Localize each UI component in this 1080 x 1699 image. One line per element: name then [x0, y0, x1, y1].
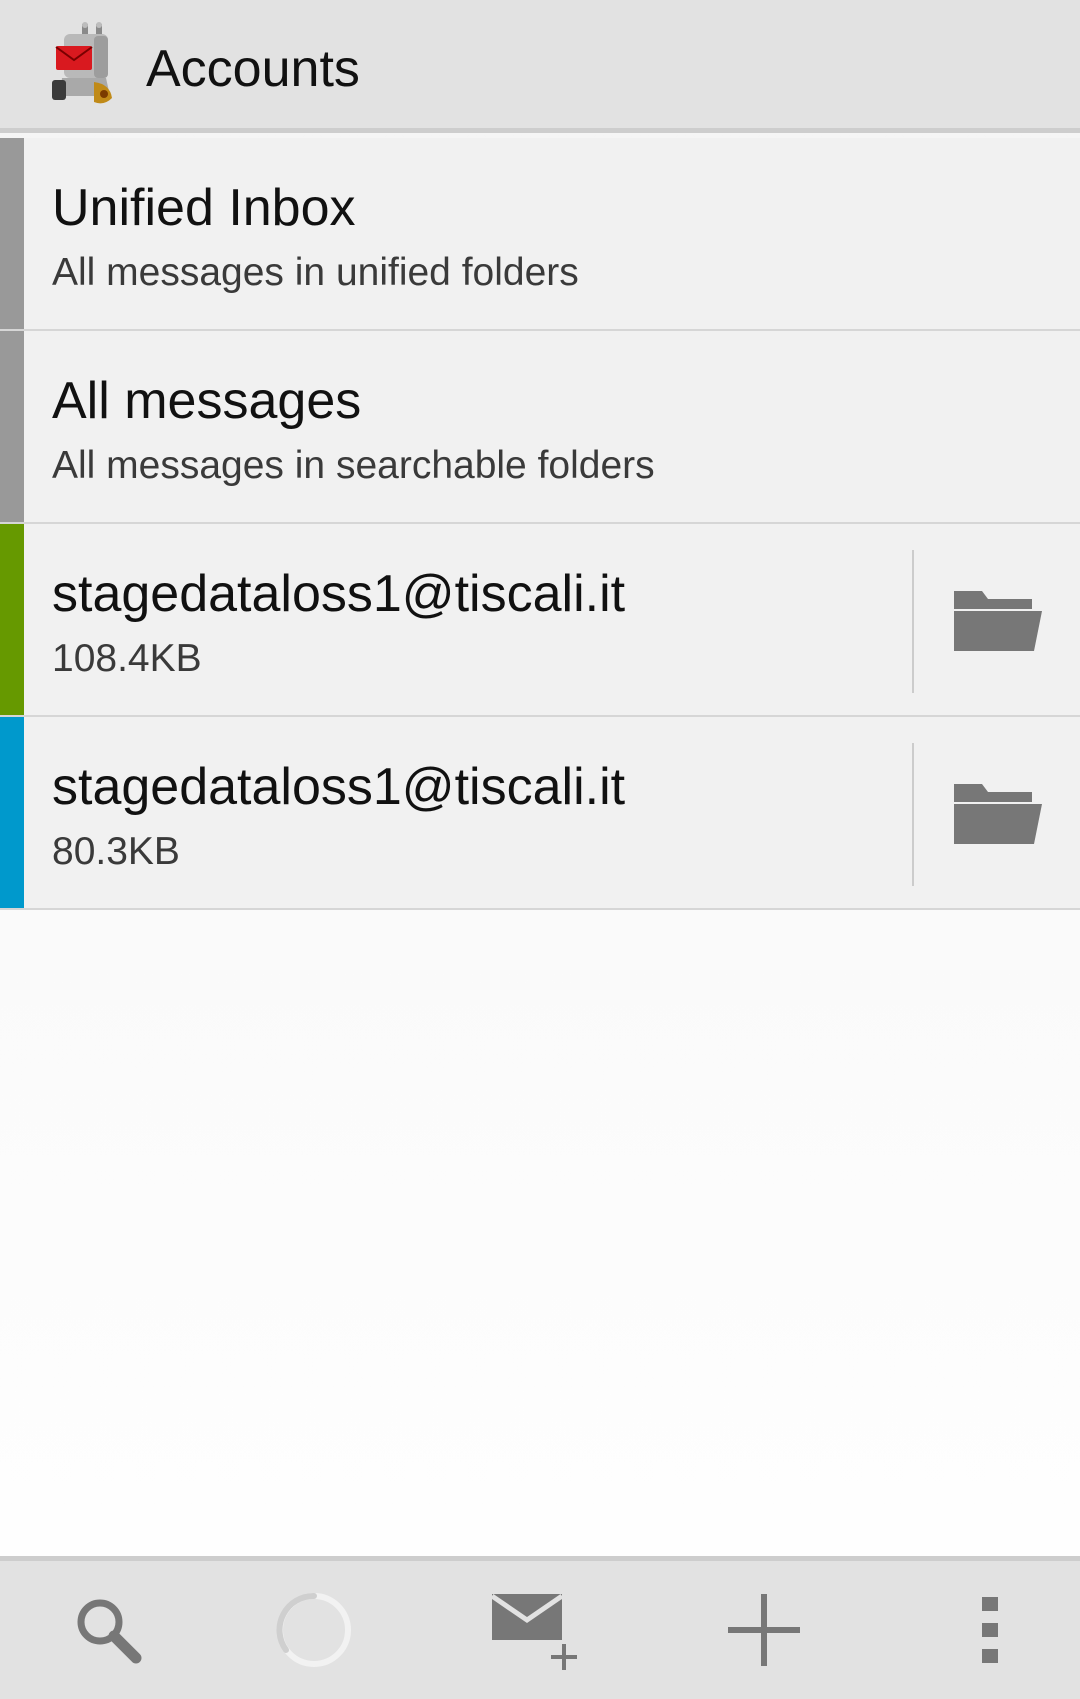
search-button[interactable]	[0, 1561, 216, 1699]
account-title: All messages	[52, 372, 362, 430]
account-title: stagedataloss1@tiscali.it	[52, 565, 626, 623]
folder-icon	[954, 783, 1042, 844]
bottom-action-bar	[0, 1556, 1080, 1699]
row-divider	[912, 550, 914, 693]
account-size: 108.4KB	[52, 637, 202, 680]
account-color-chip	[0, 138, 24, 329]
folder-icon	[954, 590, 1042, 651]
account-color-chip	[0, 717, 24, 908]
account-color-chip	[0, 331, 24, 522]
overflow-menu-icon	[982, 1597, 998, 1663]
add-account-icon	[728, 1594, 800, 1666]
account-subtitle: All messages in unified folders	[52, 251, 579, 294]
account-subtitle: All messages in searchable folders	[52, 444, 655, 487]
refresh-button[interactable]	[206, 1561, 422, 1699]
account-title: stagedataloss1@tiscali.it	[52, 758, 626, 816]
account-row-unified-inbox[interactable]: Unified Inbox All messages in unified fo…	[0, 138, 1080, 331]
account-row-tiscali-2[interactable]: stagedataloss1@tiscali.it 80.3KB	[0, 717, 1080, 910]
add-account-button[interactable]	[656, 1561, 872, 1699]
k9-mail-dog-icon[interactable]	[48, 22, 124, 108]
overflow-menu-button[interactable]	[882, 1561, 1080, 1699]
account-title: Unified Inbox	[52, 179, 356, 237]
page-title: Accounts	[146, 40, 360, 98]
row-divider	[912, 743, 914, 886]
compose-mail-icon	[490, 1593, 577, 1670]
compose-button[interactable]	[432, 1561, 648, 1699]
account-list: Unified Inbox All messages in unified fo…	[0, 138, 1080, 910]
account-color-chip	[0, 524, 24, 715]
folders-button[interactable]	[916, 717, 1080, 908]
folders-button[interactable]	[916, 524, 1080, 715]
account-row-tiscali-1[interactable]: stagedataloss1@tiscali.it 108.4KB	[0, 524, 1080, 717]
account-row-all-messages[interactable]: All messages All messages in searchable …	[0, 331, 1080, 524]
loading-spinner-icon	[276, 1592, 351, 1667]
account-size: 80.3KB	[52, 830, 180, 873]
action-bar: Accounts	[0, 0, 1080, 133]
search-icon	[77, 1599, 142, 1664]
